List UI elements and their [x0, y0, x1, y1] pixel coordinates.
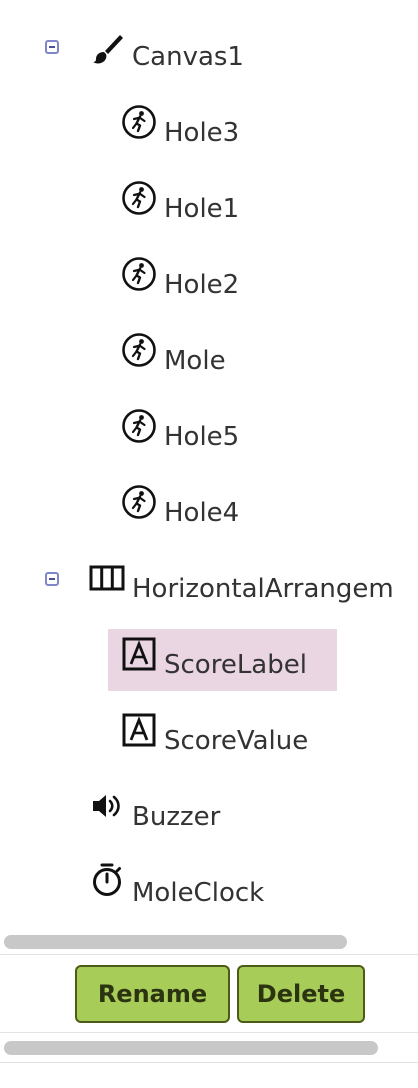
- tree-item-hole3[interactable]: Hole3: [164, 116, 239, 150]
- label-a-icon: [121, 712, 157, 748]
- delete-button[interactable]: Delete: [237, 965, 365, 1023]
- tree-item-hole1[interactable]: Hole1: [164, 192, 239, 226]
- label-a-icon: [121, 636, 157, 672]
- tree-item-horizontal-arrangement[interactable]: HorizontalArrangem: [132, 572, 394, 606]
- component-tree: Canvas1 Hole3 Hole1 Hole2 Mole Hole5 Hol…: [0, 0, 418, 926]
- divider: [0, 1032, 418, 1033]
- panel-horizontal-scrollbar[interactable]: [4, 1041, 378, 1055]
- tree-item-hole5[interactable]: Hole5: [164, 420, 239, 454]
- arrangement-collapse-toggle[interactable]: [45, 572, 59, 586]
- tree-item-hole2[interactable]: Hole2: [164, 268, 239, 302]
- sprite-runner-icon: [121, 332, 157, 368]
- rename-button[interactable]: Rename: [75, 965, 230, 1023]
- tree-item-mole[interactable]: Mole: [164, 344, 226, 378]
- tree-item-scorelabel[interactable]: ScoreLabel: [164, 648, 307, 682]
- canvas-collapse-toggle[interactable]: [45, 40, 59, 54]
- tree-item-moleclock[interactable]: MoleClock: [132, 876, 264, 910]
- sprite-runner-icon: [121, 104, 157, 140]
- paintbrush-icon: [89, 31, 125, 67]
- divider: [0, 954, 418, 955]
- tree-item-scorevalue[interactable]: ScoreValue: [164, 724, 308, 758]
- stopwatch-icon: [89, 862, 125, 898]
- speaker-icon: [89, 788, 125, 824]
- sprite-runner-icon: [121, 484, 157, 520]
- tree-item-buzzer[interactable]: Buzzer: [132, 800, 220, 834]
- tree-item-canvas1[interactable]: Canvas1: [132, 40, 244, 74]
- tree-item-hole4[interactable]: Hole4: [164, 496, 239, 530]
- sprite-runner-icon: [121, 408, 157, 444]
- tree-horizontal-scrollbar[interactable]: [4, 935, 347, 949]
- divider: [0, 1062, 418, 1063]
- sprite-runner-icon: [121, 180, 157, 216]
- horizontal-arrangement-icon: [89, 560, 125, 596]
- sprite-runner-icon: [121, 256, 157, 292]
